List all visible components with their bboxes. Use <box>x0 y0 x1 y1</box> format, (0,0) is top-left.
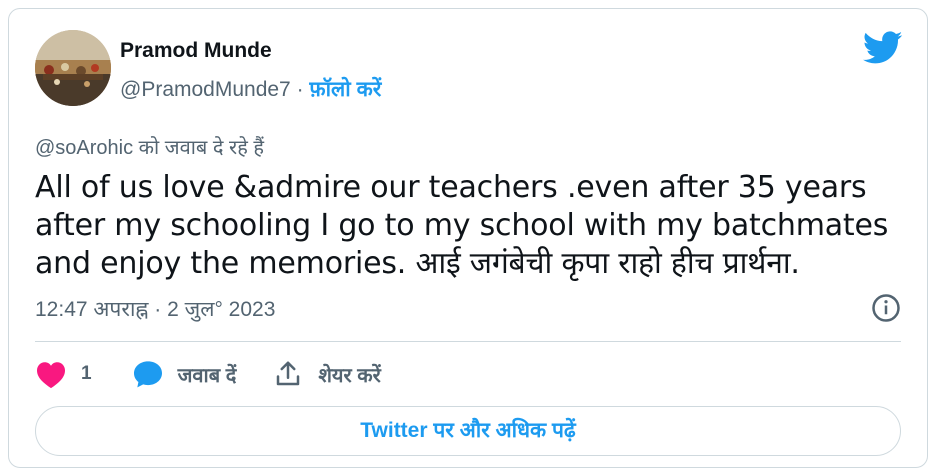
reply-label: जवाब दें <box>177 364 237 387</box>
like-button[interactable]: 1 <box>35 359 92 389</box>
like-count: 1 <box>81 363 92 384</box>
share-button[interactable]: शेयर करें <box>272 359 381 389</box>
read-more-on-twitter-button[interactable]: Twitter पर और अधिक पढ़ें <box>35 406 901 456</box>
share-label: शेयर करें <box>318 364 381 387</box>
info-icon[interactable] <box>871 293 901 323</box>
author-name[interactable]: Pramod Munde <box>120 39 272 63</box>
follow-link[interactable]: फ़ॉलो करें <box>309 78 381 101</box>
reply-to-label: @soArohic को जवाब दे रहे हैं <box>35 137 265 159</box>
twitter-bird-icon[interactable] <box>863 31 903 65</box>
reply-button[interactable]: जवाब दें <box>132 359 237 389</box>
handle-separator: · <box>290 78 310 101</box>
avatar-painting-image <box>35 30 111 106</box>
tweet-timestamp[interactable]: 12:47 अपराह्न · 2 जुल° 2023 <box>35 295 275 323</box>
tweet-actions: 1 जवाब दें शेयर करें <box>35 359 381 389</box>
tweet-card: Pramod Munde @PramodMunde7 · फ़ॉलो करें … <box>8 8 928 468</box>
author-handle[interactable]: @PramodMunde7 <box>120 78 291 101</box>
speech-bubble-icon <box>133 361 162 388</box>
divider <box>35 341 901 342</box>
tweet-text: All of us love &admire our teachers .eve… <box>35 170 889 281</box>
heart-icon <box>37 362 65 389</box>
author-handle-line: @PramodMunde7 · फ़ॉलो करें <box>120 75 381 103</box>
share-upload-icon <box>277 361 300 386</box>
avatar[interactable] <box>35 30 111 106</box>
